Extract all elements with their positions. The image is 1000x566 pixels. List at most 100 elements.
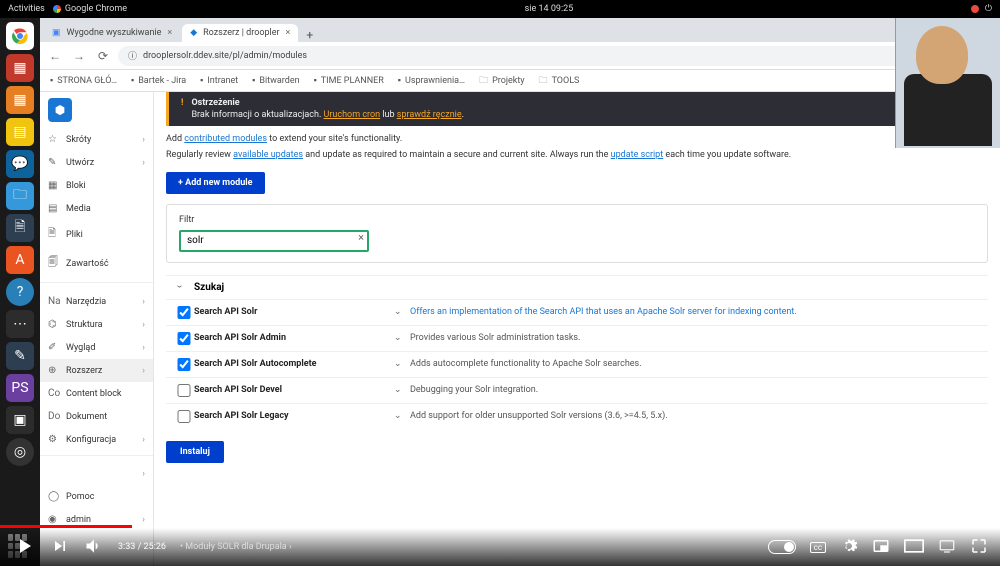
install-button[interactable]: Instaluj [166, 441, 224, 463]
bookmark-item[interactable]: ▪Intranet [200, 75, 238, 86]
sidebar-label: Rozszerz [66, 366, 102, 376]
dock-app-icon[interactable]: ▤ [6, 118, 34, 146]
add-module-button[interactable]: + Add new module [166, 172, 265, 194]
volume-button[interactable] [84, 536, 104, 559]
favicon-icon: ▪ [50, 75, 53, 86]
bookmark-item[interactable]: ▪STRONA GŁÓ… [50, 75, 117, 86]
dock-app-icon[interactable]: ▣ [6, 406, 34, 434]
miniplayer-button[interactable] [872, 537, 890, 558]
close-icon[interactable]: × [167, 28, 172, 38]
module-checkbox[interactable] [174, 410, 194, 423]
dock-store-icon[interactable]: A [6, 246, 34, 274]
sidebar-item[interactable]: ⚙Konfiguracja› [40, 428, 153, 451]
tab-favicon: ◆ [190, 28, 197, 38]
expand-icon[interactable]: ⌄ [394, 385, 410, 395]
dock-app-icon[interactable]: 💬 [6, 150, 34, 178]
check-manual-link[interactable]: sprawdź ręcznie [397, 110, 462, 120]
dock-obs-icon[interactable]: ◎ [6, 438, 34, 466]
sidebar-item[interactable]: NaNarzędzia› [40, 290, 153, 313]
sidebar-item[interactable]: CoContent block [40, 382, 153, 405]
dock-chrome-icon[interactable] [6, 22, 34, 50]
settings-button[interactable] [840, 537, 858, 558]
dock-help-icon[interactable]: ? [6, 278, 34, 306]
dock-app-icon[interactable]: ✎ [6, 342, 34, 370]
sidebar-item[interactable]: ▤Media [40, 197, 153, 220]
clear-filter-icon[interactable]: × [358, 231, 364, 244]
sidebar-icon: Na [48, 296, 60, 307]
system-menu[interactable]: ⏻ [985, 4, 992, 14]
sidebar-item[interactable]: Do Dokument [40, 405, 153, 428]
bookmark-item[interactable]: ▪TIME PLANNER [314, 75, 384, 86]
expand-icon[interactable]: ⌄ [394, 307, 410, 317]
tab-strip: ▣ Wygodne wyszukiwanie × ◆ Rozszerz | dr… [40, 18, 1000, 42]
bookmark-item[interactable]: ▪Bartek - Jira [131, 75, 186, 86]
sidebar-icon: 🗐 [48, 255, 60, 272]
chevron-right-icon: › [142, 135, 145, 145]
site-info-icon[interactable]: ⓘ [128, 49, 137, 62]
update-script-link[interactable]: update script [611, 150, 664, 160]
module-description: Debugging your Solr integration. [410, 385, 988, 395]
module-checkbox[interactable] [174, 306, 194, 319]
browser-tab[interactable]: ▣ Wygodne wyszukiwanie × [44, 24, 180, 42]
next-button[interactable] [50, 536, 70, 559]
play-button[interactable] [12, 534, 36, 561]
drupal-home-icon[interactable]: ⬢ [48, 98, 72, 122]
dock-files-icon[interactable]: 🗀 [6, 182, 34, 210]
bookmark-item[interactable]: ▪Usprawnienia… [398, 75, 465, 86]
clock[interactable]: sie 14 09:25 [525, 4, 574, 14]
theater-button[interactable] [904, 539, 924, 556]
dock-app-icon[interactable]: ▦ [6, 54, 34, 82]
tv-button[interactable] [938, 537, 956, 558]
cron-link[interactable]: Uruchom cron [324, 110, 381, 120]
sidebar-label: Dokument [66, 412, 107, 422]
chevron-right-icon: › [142, 469, 145, 479]
back-button[interactable]: ← [46, 49, 64, 63]
sidebar-label: Media [66, 204, 91, 214]
module-checkbox[interactable] [174, 358, 194, 371]
browser-tab[interactable]: ◆ Rozszerz | droopler × [182, 24, 298, 42]
autoplay-toggle[interactable] [768, 540, 796, 554]
dock-app-icon[interactable]: ⋯ [6, 310, 34, 338]
close-icon[interactable]: × [286, 28, 291, 38]
sidebar-label: Pliki [66, 230, 83, 240]
expand-icon[interactable]: ⌄ [394, 333, 410, 343]
contributed-link[interactable]: contributed modules [184, 134, 267, 144]
sidebar-item[interactable]: ✎Utwórz› [40, 151, 153, 174]
video-chapter[interactable]: • Moduły SOLR dla Drupala › [180, 542, 292, 552]
filter-input[interactable] [179, 230, 369, 252]
sidebar-item[interactable]: 🗎Pliki [40, 220, 153, 249]
subtitles-button[interactable]: cc [810, 542, 826, 553]
module-checkbox[interactable] [174, 384, 194, 397]
sidebar-item[interactable]: ◯Pomoc [40, 485, 153, 508]
activities-label[interactable]: Activities [8, 4, 45, 14]
sidebar-item[interactable]: 🗐Zawartość [40, 249, 153, 278]
sidebar-item[interactable]: ▦Bloki [40, 174, 153, 197]
forward-button[interactable]: → [70, 49, 88, 63]
sidebar-item[interactable]: ☆Skróty› [40, 128, 153, 151]
bookmark-item[interactable]: ▪Bitwarden [252, 75, 299, 86]
module-description[interactable]: Offers an implementation of the Search A… [410, 307, 988, 317]
bookmark-item[interactable]: 🗀TOOLS [539, 73, 580, 89]
chevron-right-icon: › [142, 320, 145, 330]
category-toggle[interactable]: Szukaj [166, 275, 988, 299]
fullscreen-button[interactable] [970, 537, 988, 558]
dock-phpstorm-icon[interactable]: PS [6, 374, 34, 402]
url-field[interactable]: ⓘ drooplersolr.ddev.site/pl/admin/module… [118, 46, 923, 66]
sidebar-item[interactable]: ⌬Struktura› [40, 313, 153, 336]
updates-link[interactable]: available updates [233, 150, 303, 160]
sidebar-item[interactable]: ✐Wygląd› [40, 336, 153, 359]
dock-app-icon[interactable]: 🗎 [6, 214, 34, 242]
bookmark-item[interactable]: 🗀Projekty [479, 73, 524, 89]
bookmark-bar: ▪STRONA GŁÓ… ▪Bartek - Jira ▪Intranet ▪Bitw… [40, 70, 1000, 92]
sidebar-icon: Do [48, 411, 60, 422]
expand-icon[interactable]: ⌄ [394, 359, 410, 369]
dock-app-icon[interactable]: ▦ [6, 86, 34, 114]
active-app[interactable]: Google Chrome [53, 4, 127, 14]
module-checkbox[interactable] [174, 332, 194, 345]
expand-icon[interactable]: ⌄ [394, 411, 410, 421]
url-text: drooplersolr.ddev.site/pl/admin/modules [143, 51, 307, 61]
sidebar-item[interactable]: ⊕Rozszerz› [40, 359, 153, 382]
sidebar-item[interactable]: › [40, 463, 153, 485]
new-tab-button[interactable]: + [300, 28, 319, 42]
reload-button[interactable]: ⟳ [94, 49, 112, 63]
